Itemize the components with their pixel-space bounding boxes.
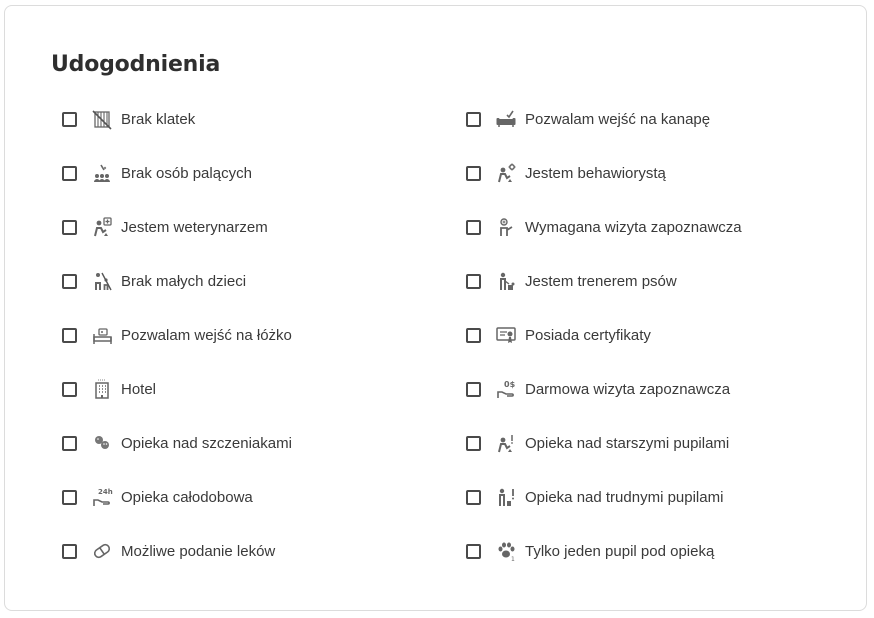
difficult-pets-icon [495, 486, 517, 508]
bed-icon [91, 324, 113, 346]
amenity-checkbox[interactable] [62, 111, 77, 127]
amenity-checkbox[interactable] [466, 543, 481, 559]
amenity-checkbox[interactable] [466, 273, 481, 289]
amenity-checkbox[interactable] [466, 489, 481, 505]
svg-text:1: 1 [511, 556, 515, 562]
amenity-checkbox[interactable] [466, 381, 481, 397]
amenity-label: Opieka nad szczeniakami [121, 434, 292, 452]
no-cage-icon [91, 108, 113, 130]
amenity-checkbox[interactable] [62, 381, 77, 397]
amenity-option[interactable]: Jestem weterynarzem [62, 208, 442, 246]
amenity-checkbox[interactable] [62, 489, 77, 505]
amenity-label: Darmowa wizyta zapoznawcza [525, 380, 731, 398]
amenity-label: Pozwalam wejść na kanapę [525, 110, 711, 128]
free-visit-icon: 0$ [495, 378, 517, 400]
amenity-label: Hotel [121, 380, 157, 398]
amenity-checkbox[interactable] [62, 327, 77, 343]
no-smoking-people-icon [91, 162, 113, 184]
dog-trainer-icon [495, 270, 517, 292]
svg-text:24h: 24h [98, 488, 113, 496]
amenity-option[interactable]: Brak osób palących [62, 154, 442, 192]
24h-care-icon: 24h [91, 486, 113, 508]
senior-pets-icon [495, 432, 517, 454]
amenity-checkbox[interactable] [62, 435, 77, 451]
no-small-children-icon [91, 270, 113, 292]
amenity-label: Wymagana wizyta zapoznawcza [525, 218, 742, 236]
amenity-label: Brak klatek [121, 110, 196, 128]
amenity-label: Pozwalam wejść na łóżko [121, 326, 292, 344]
amenity-label: Brak małych dzieci [121, 272, 247, 290]
hotel-building-icon [91, 378, 113, 400]
amenity-option[interactable]: Posiada certyfikaty [466, 316, 846, 354]
amenity-checkbox[interactable] [466, 111, 481, 127]
amenity-checkbox[interactable] [62, 219, 77, 235]
certificate-icon [495, 324, 517, 346]
amenity-checkbox[interactable] [466, 435, 481, 451]
amenity-option[interactable]: Opieka nad starszymi pupilami [466, 424, 846, 462]
amenities-card: Udogodnienia [4, 5, 867, 611]
amenity-label: Możliwe podanie leków [121, 542, 276, 560]
amenity-option[interactable]: Brak małych dzieci [62, 262, 442, 300]
single-pet-icon: 1 [495, 540, 517, 562]
amenity-label: Jestem behawiorystą [525, 164, 666, 182]
amenity-option[interactable]: 0$ Darmowa wizyta zapoznawcza [466, 370, 846, 408]
sofa-icon [495, 108, 517, 130]
amenity-option[interactable]: Opieka nad szczeniakami [62, 424, 442, 462]
amenity-label: Jestem weterynarzem [121, 218, 268, 236]
pill-icon [91, 540, 113, 562]
amenity-label: Tylko jeden pupil pod opieką [525, 542, 715, 560]
amenity-label: Brak osób palących [121, 164, 252, 182]
amenity-option[interactable]: Jestem behawiorystą [466, 154, 846, 192]
amenity-option[interactable]: Hotel [62, 370, 442, 408]
amenity-checkbox[interactable] [62, 165, 77, 181]
puppies-icon [91, 432, 113, 454]
amenity-option[interactable]: 24h Opieka całodobowa [62, 478, 442, 516]
svg-text:0$: 0$ [504, 380, 516, 389]
amenity-checkbox[interactable] [62, 273, 77, 289]
amenity-label: Opieka całodobowa [121, 488, 253, 506]
amenity-option[interactable]: Brak klatek [62, 100, 442, 138]
amenity-label: Opieka nad trudnymi pupilami [525, 488, 724, 506]
amenity-option[interactable]: Wymagana wizyta zapoznawcza [466, 208, 846, 246]
amenity-option[interactable]: Jestem trenerem psów [466, 262, 846, 300]
amenity-checkbox[interactable] [62, 543, 77, 559]
veterinarian-icon [91, 216, 113, 238]
amenity-option[interactable]: Opieka nad trudnymi pupilami [466, 478, 846, 516]
amenity-option[interactable]: Pozwalam wejść na łóżko [62, 316, 442, 354]
behaviorist-icon [495, 162, 517, 184]
amenity-checkbox[interactable] [466, 219, 481, 235]
amenity-option[interactable]: Pozwalam wejść na kanapę [466, 100, 846, 138]
section-title: Udogodnienia [51, 52, 221, 77]
amenity-label: Jestem trenerem psów [525, 272, 677, 290]
amenity-checkbox[interactable] [466, 327, 481, 343]
amenity-option[interactable]: Możliwe podanie leków [62, 532, 442, 570]
amenity-option[interactable]: 1 Tylko jeden pupil pod opieką [466, 532, 846, 570]
amenity-label: Opieka nad starszymi pupilami [525, 434, 730, 452]
meet-greet-required-icon [495, 216, 517, 238]
amenity-checkbox[interactable] [466, 165, 481, 181]
amenity-label: Posiada certyfikaty [525, 326, 651, 344]
